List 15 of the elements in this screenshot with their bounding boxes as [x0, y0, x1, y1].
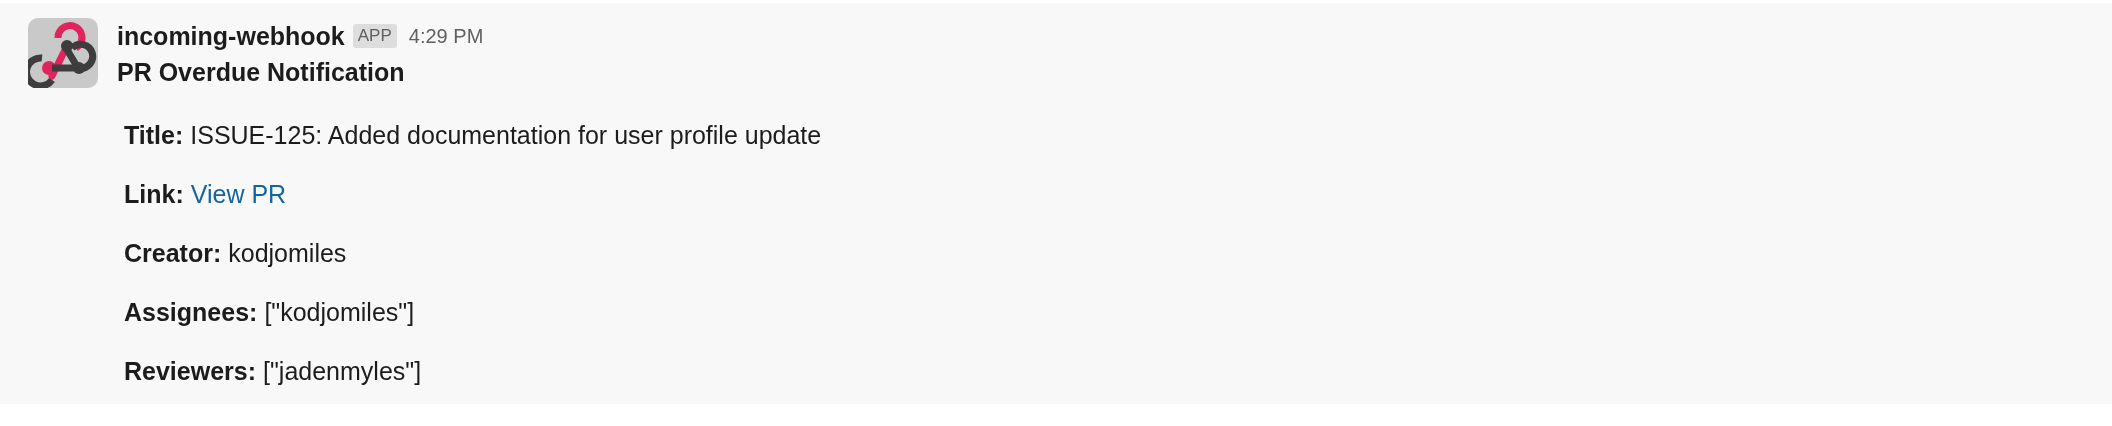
field-label: Creator: [124, 238, 222, 269]
field-label: Title: [124, 120, 184, 151]
field-value: ISSUE-125: Added documentation for user profile update [190, 120, 822, 151]
field-label: Link: [124, 179, 184, 210]
field-label: Assignees: [124, 297, 258, 328]
field-value: kodjomiles [228, 238, 347, 269]
message-heading: PR Overdue Notification [117, 58, 406, 87]
webhook-icon [28, 18, 98, 88]
app-badge: APP [352, 24, 397, 48]
field-value: ["jadenmyles"] [263, 356, 422, 387]
field-label: Reviewers: [124, 356, 257, 387]
sender-name[interactable]: incoming-webhook [117, 21, 345, 51]
field-value: ["kodjomiles"] [264, 297, 415, 328]
timestamp[interactable]: 4:29 PM [408, 24, 484, 48]
view-link[interactable]: View PR [190, 177, 287, 212]
